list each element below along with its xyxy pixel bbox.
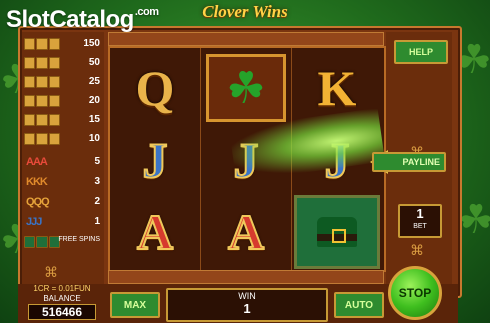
hat-symbol-icon [24,236,60,248]
leprechaun-hat-icon [294,195,380,269]
balance-panel: 1CR = 0.01FUN BALANCE 516466 [22,284,102,320]
pay-value: 25 [88,76,100,87]
bet-display[interactable]: 1 BET [398,204,442,238]
pay-symbol-text: QQQ [26,196,50,208]
balance-label: BALANCE [43,294,81,303]
max-bet-button[interactable]: MAX [110,292,160,318]
paytable-row: FREE SPINS [24,236,102,254]
reel-cell: J [112,124,198,196]
win-display: WIN 1 [166,288,328,322]
paytable-row: 150 [24,38,102,52]
win-value: 1 [243,301,251,316]
pay-value: 150 [83,38,100,49]
reel-bottom-border [108,270,384,284]
bar-symbol-icon [24,95,60,107]
pay-value: 5 [94,156,100,167]
free-spins-label: FREE SPINS [58,236,100,243]
pay-symbol-text: AAA [26,156,48,168]
celtic-knot-icon: ⌘ [44,264,58,280]
card-k-symbol: K [317,60,357,116]
pay-value: 20 [88,95,100,106]
pay-value: 50 [88,57,100,68]
paytable-row: 15 [24,114,102,128]
reel-cell: ☘ [203,52,289,124]
celtic-knot-icon: ⌘ [410,242,424,258]
pay-symbol-text: KKK [26,176,48,188]
pay-value: 3 [94,176,100,187]
paytable-row: QQQ 2 [24,196,102,210]
pay-value: 1 [94,216,100,227]
balance-value: 516466 [28,304,96,320]
paytable-row: 20 [24,95,102,109]
stop-button[interactable]: STOP [388,266,442,320]
watermark-text: SlotCatalog [6,6,134,33]
paytable-row: JJJ 1 [24,216,102,230]
bar-symbol-icon [24,76,60,88]
paytable-row: KKK 3 [24,176,102,190]
payline-button[interactable]: PAYLINE [372,152,446,172]
paytable-row: 50 [24,57,102,71]
help-button[interactable]: HELP [394,40,448,64]
reel-cell: A [112,196,198,268]
reel-top-border [108,32,384,46]
bar-symbol-icon [24,114,60,126]
reel-cell: A [203,196,289,268]
game-title: Clover Wins [202,2,288,21]
autoplay-button[interactable]: AUTO [334,292,384,318]
pay-value: 10 [88,133,100,144]
coin-value-text: 1CR = 0.01FUN [33,284,91,293]
card-a-symbol: A [136,204,174,260]
clover-symbol-icon: ☘ [206,54,286,122]
reel-cell: Q [112,52,198,124]
pay-value: 2 [94,196,100,207]
reel-cell [294,195,380,269]
pay-value: 15 [88,114,100,125]
paytable: 150 50 25 20 15 10 AAA 5 KKK 3 QQQ 2 JJJ… [22,32,104,284]
bet-value: 1 [416,206,424,221]
paytable-row: 10 [24,133,102,147]
card-a-symbol: A [227,204,265,260]
pay-symbol-text: JJJ [26,216,42,228]
bet-label: BET [413,223,427,230]
card-j-symbol: J [142,132,169,188]
watermark: SlotCatalog.com [6,6,159,34]
bar-symbol-icon [24,133,60,145]
paytable-row: AAA 5 [24,156,102,170]
reel-1: Q J A [110,48,201,270]
paytable-row: 25 [24,76,102,90]
clover-decoration-icon: ☘ [458,198,490,242]
watermark-suffix: .com [134,6,159,18]
card-q-symbol: Q [135,60,175,116]
bar-symbol-icon [24,57,60,69]
bar-symbol-icon [24,38,60,50]
